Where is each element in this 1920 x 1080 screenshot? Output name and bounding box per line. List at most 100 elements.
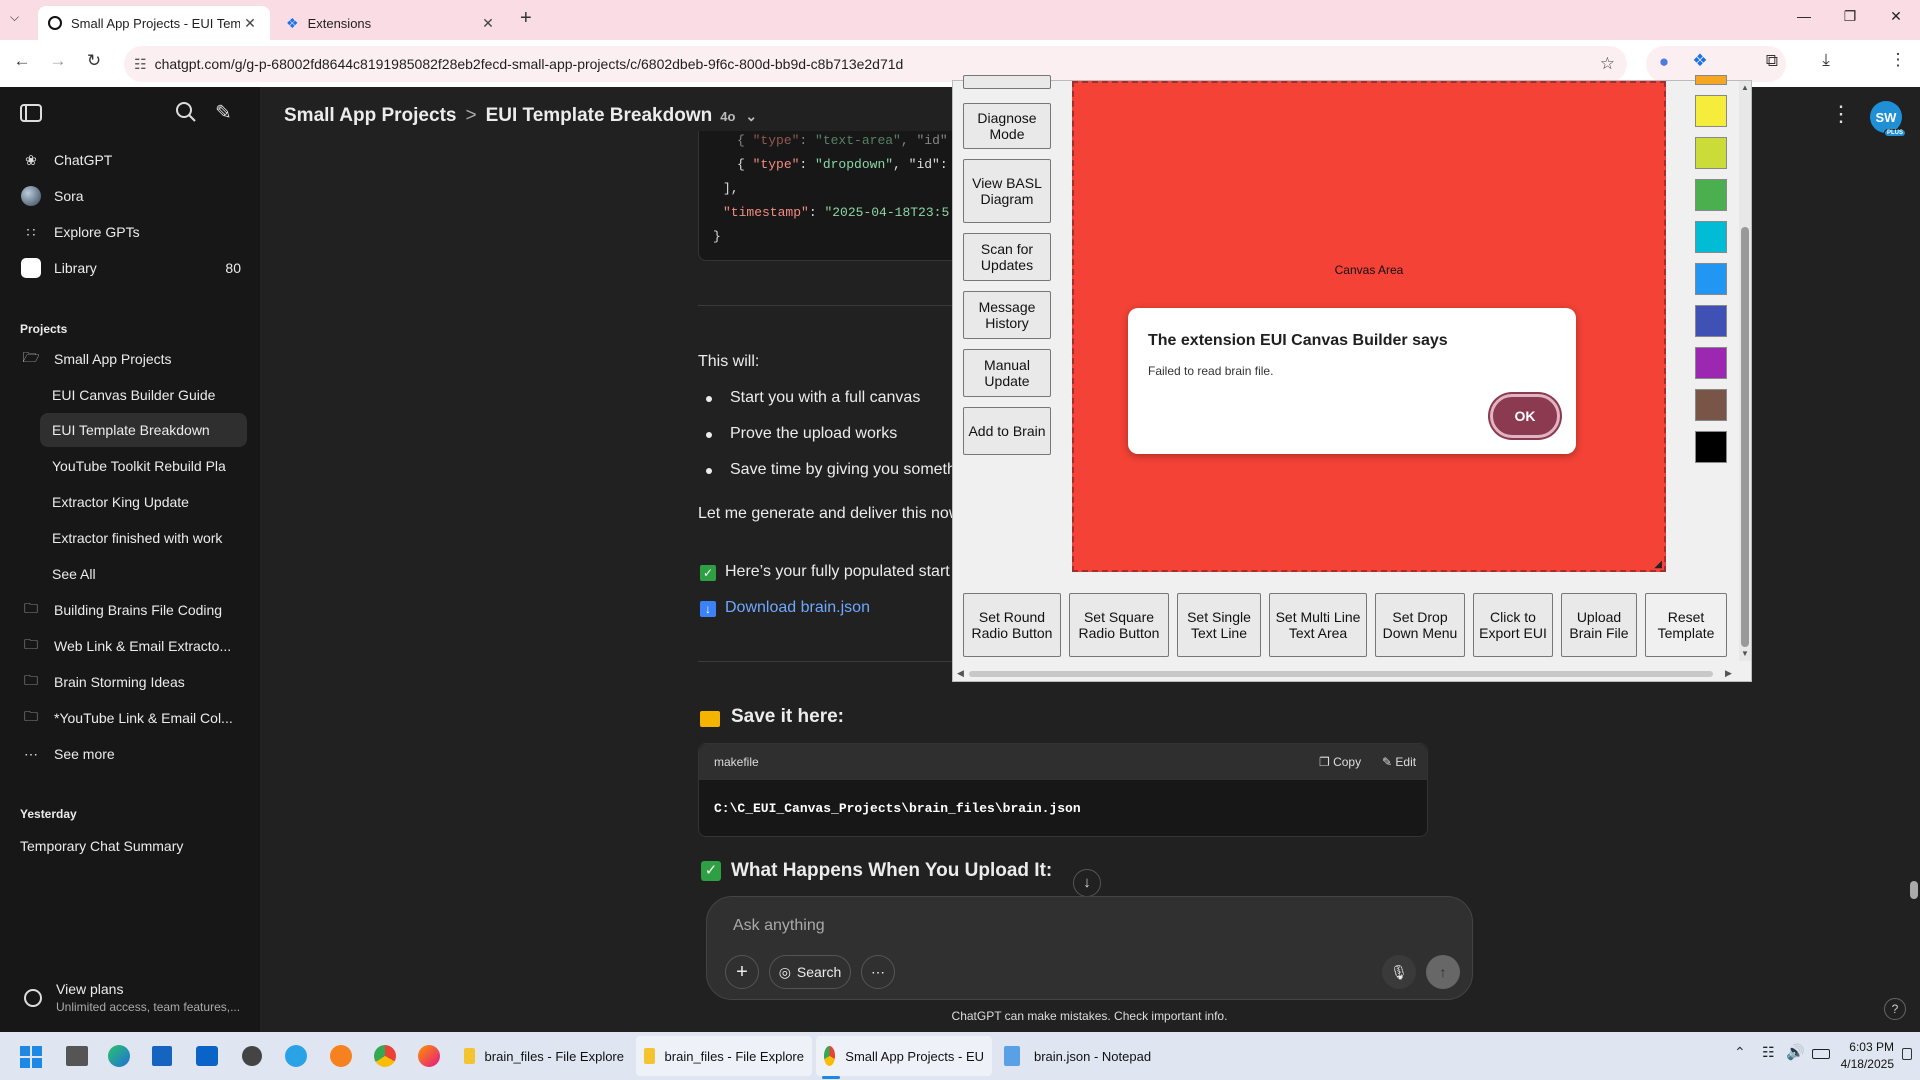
new-tab-icon[interactable]: +	[520, 7, 532, 30]
clock-time[interactable]: 6:03 PM	[1836, 1040, 1894, 1054]
address-bar[interactable]: ☷ chatgpt.com/g/g-p-68002fd8644c81919850…	[124, 46, 1627, 82]
partial-button[interactable]	[963, 75, 1051, 89]
scrollbar-thumb[interactable]	[1741, 227, 1749, 647]
taskbar-app-chrome[interactable]: Small App Projects - EU	[816, 1036, 992, 1076]
media-player-icon[interactable]	[330, 1045, 352, 1067]
tab-chatgpt[interactable]: Small App Projects - EUI Templ... ✕	[38, 6, 270, 40]
chrome-icon[interactable]	[374, 1045, 396, 1067]
palette-swatch-indigo[interactable]	[1695, 305, 1727, 337]
close-tab-icon[interactable]: ✕	[478, 15, 498, 32]
site-info-icon[interactable]: ☷	[134, 56, 147, 73]
send-button[interactable]: ↑	[1426, 955, 1460, 989]
chevron-down-icon[interactable]: ⌄	[745, 108, 757, 125]
page-scrollbar-thumb[interactable]	[1910, 881, 1918, 899]
add-to-brain-button[interactable]: Add to Brain	[963, 407, 1051, 455]
ok-button[interactable]: OK	[1490, 394, 1560, 438]
search-icon[interactable]	[175, 101, 197, 123]
restore-icon[interactable]: ❐	[1830, 8, 1870, 25]
app-circle-icon[interactable]	[242, 1046, 262, 1066]
scroll-down-button[interactable]: ↓	[1073, 869, 1101, 897]
clock-date[interactable]: 4/18/2025	[1836, 1057, 1894, 1071]
folder-building-brains[interactable]: 🗀 Building Brains File Coding	[20, 593, 245, 627]
task-view-icon[interactable]	[66, 1046, 88, 1066]
set-single-text-line-button[interactable]: Set Single Text Line	[1177, 593, 1261, 657]
palette-swatch-yellow[interactable]	[1695, 95, 1727, 127]
help-button[interactable]: ?	[1884, 998, 1906, 1020]
set-multi-line-text-area-button[interactable]: Set Multi Line Text Area	[1269, 593, 1367, 657]
chat-eui-canvas-builder-guide[interactable]: EUI Canvas Builder Guide	[40, 378, 247, 412]
sidebar-toggle-icon[interactable]	[20, 104, 42, 122]
scroll-left-icon[interactable]: ◀	[957, 668, 964, 679]
forward-icon[interactable]: →	[44, 51, 72, 71]
attach-button[interactable]: +	[725, 955, 759, 989]
download-link[interactable]: Download brain.json	[725, 599, 870, 617]
palette-swatch-top[interactable]	[1695, 75, 1727, 85]
message-history-button[interactable]: Message History	[963, 291, 1051, 339]
resize-handle-icon[interactable]: ◢	[1654, 559, 1662, 570]
click-to-export-eui-button[interactable]: Click to Export EUI	[1473, 593, 1553, 657]
battery-icon[interactable]	[1812, 1049, 1830, 1059]
folder-brain-storming[interactable]: 🗀 Brain Storming Ideas	[20, 665, 245, 699]
sidebar-item-chatgpt[interactable]: ❀ ChatGPT	[20, 143, 245, 177]
project-small-app-projects[interactable]: 🗁 Small App Projects	[20, 342, 245, 376]
tab-extensions[interactable]: ❖ Extensions ✕	[276, 6, 508, 40]
scroll-up-icon[interactable]: ▲	[1741, 83, 1749, 92]
view-plans-button[interactable]: View plans Unlimited access, team featur…	[20, 977, 245, 1017]
outlook-icon[interactable]	[196, 1046, 218, 1066]
composer-input[interactable]: Ask anything	[733, 917, 1433, 941]
see-all-link[interactable]: See All	[40, 557, 247, 591]
view-basl-diagram-button[interactable]: View BASL Diagram	[963, 159, 1051, 223]
popup-vertical-scrollbar[interactable]: ▲ ▼	[1739, 81, 1751, 661]
minimize-icon[interactable]: —	[1784, 8, 1824, 24]
edge-icon[interactable]	[108, 1045, 130, 1067]
downloads-icon[interactable]: ⤓	[1812, 50, 1840, 70]
scrollbar-thumb[interactable]	[969, 671, 1713, 677]
sidebar-item-library[interactable]: Library 80	[20, 251, 245, 285]
bookmark-star-icon[interactable]: ☆	[1600, 54, 1615, 74]
set-square-radio-button[interactable]: Set Square Radio Button	[1069, 593, 1169, 657]
tray-chevron-icon[interactable]: ⌃	[1734, 1044, 1746, 1061]
scroll-down-icon[interactable]: ▼	[1741, 649, 1749, 658]
puzzle-extension-icon[interactable]: ❖	[1686, 51, 1714, 71]
more-tools-button[interactable]: ⋯	[861, 955, 895, 989]
palette-swatch-blue[interactable]	[1695, 263, 1727, 295]
back-icon[interactable]: ←	[8, 51, 36, 71]
extensions-menu-icon[interactable]: ⧉	[1758, 51, 1786, 71]
wifi-icon[interactable]: ☷	[1762, 1044, 1775, 1061]
chat-extractor-king-update[interactable]: Extractor King Update	[40, 485, 247, 519]
edit-button[interactable]: ✎ Edit	[1382, 755, 1416, 769]
taskbar-app-file-explorer-2[interactable]: brain_files - File Explore	[636, 1036, 812, 1076]
diagnose-mode-button[interactable]: Diagnose Mode	[963, 103, 1051, 149]
taskbar-app-notepad[interactable]: brain.json - Notepad	[996, 1036, 1172, 1076]
scan-for-updates-button[interactable]: Scan for Updates	[963, 233, 1051, 281]
kebab-menu-icon[interactable]: ⋮	[1830, 101, 1852, 127]
volume-icon[interactable]: 🔊	[1786, 1043, 1805, 1061]
close-window-icon[interactable]: ✕	[1876, 8, 1916, 25]
model-label[interactable]: 4o	[720, 109, 735, 124]
extension-dot-icon[interactable]: ●	[1650, 52, 1678, 72]
folder-youtube-link[interactable]: 🗀 *YouTube Link & Email Col...	[20, 701, 245, 735]
browser-menu-icon[interactable]: ⋮	[1884, 50, 1912, 70]
tab-search-chevron-icon[interactable]: ⌵	[10, 10, 19, 25]
upload-brain-file-button[interactable]: Upload Brain File	[1561, 593, 1637, 657]
palette-swatch-green[interactable]	[1695, 179, 1727, 211]
reset-template-button[interactable]: Reset Template	[1645, 593, 1727, 657]
chat-extractor-finished[interactable]: Extractor finished with work	[40, 521, 247, 555]
start-windows-icon[interactable]	[20, 1046, 42, 1068]
chat-youtube-toolkit-rebuild[interactable]: YouTube Toolkit Rebuild Pla	[40, 449, 247, 483]
set-round-radio-button[interactable]: Set Round Radio Button	[963, 593, 1061, 657]
set-drop-down-menu-button[interactable]: Set Drop Down Menu	[1375, 593, 1465, 657]
see-more-button[interactable]: ⋯ See more	[20, 737, 245, 771]
palette-swatch-cyan[interactable]	[1695, 221, 1727, 253]
palette-swatch-lime[interactable]	[1695, 137, 1727, 169]
chat-eui-template-breakdown[interactable]: EUI Template Breakdown	[40, 413, 247, 447]
popup-horizontal-scrollbar[interactable]: ◀ ▶	[953, 667, 1739, 681]
search-button[interactable]: ◎ Search	[769, 955, 851, 989]
manual-update-button[interactable]: Manual Update	[963, 349, 1051, 397]
notifications-icon[interactable]	[1902, 1048, 1912, 1060]
store-icon[interactable]	[152, 1046, 172, 1066]
reload-icon[interactable]: ↻	[80, 51, 108, 71]
firefox-icon[interactable]	[418, 1045, 440, 1067]
close-tab-icon[interactable]: ✕	[240, 15, 260, 32]
microphone-button[interactable]: 🎙	[1382, 955, 1416, 989]
